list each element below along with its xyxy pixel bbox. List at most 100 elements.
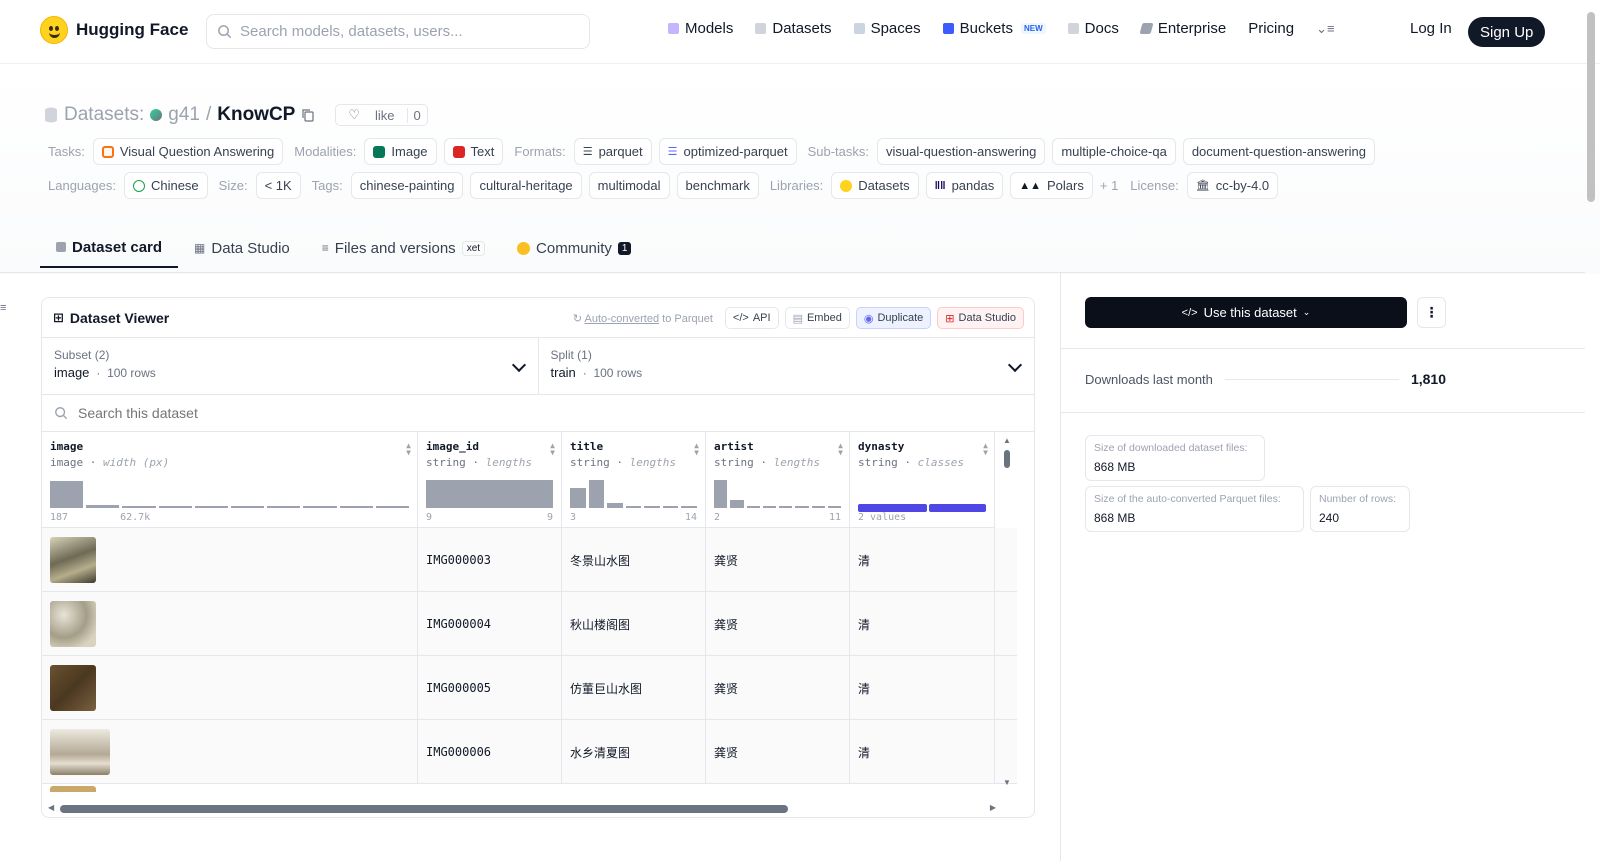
- histogram-bar[interactable]: [827, 506, 841, 508]
- horizontal-scrollbar[interactable]: ◀ ▶: [46, 801, 998, 815]
- tag-cultural-heritage[interactable]: cultural-heritage: [470, 172, 582, 199]
- tab-community[interactable]: Community 1: [501, 228, 647, 268]
- painting-thumbnail[interactable]: [50, 665, 96, 711]
- use-this-dataset-button[interactable]: </> Use this dataset ⌄: [1085, 297, 1407, 328]
- histogram-bar[interactable]: [50, 481, 84, 508]
- page-scrollbar-thumb[interactable]: [1587, 12, 1595, 202]
- nav-docs[interactable]: Docs: [1067, 20, 1119, 37]
- scroll-thumb[interactable]: [1004, 450, 1010, 468]
- libraries-more[interactable]: + 1: [1100, 178, 1118, 193]
- histogram-bar[interactable]: [267, 506, 301, 508]
- nav-spaces[interactable]: Spaces: [853, 20, 921, 37]
- tag-modality-image[interactable]: Image: [364, 138, 437, 165]
- histogram-bar[interactable]: [231, 506, 265, 508]
- tag-format-parquet[interactable]: ☰ parquet: [573, 138, 652, 165]
- histogram-bar[interactable]: [625, 506, 642, 508]
- split-select[interactable]: Split (1) train · 100 rows: [537, 338, 1035, 394]
- histogram-bar[interactable]: [86, 505, 120, 508]
- histogram-bar[interactable]: [779, 505, 793, 508]
- painting-thumbnail[interactable]: [50, 601, 96, 647]
- col-header-image-id[interactable]: image_id string · lengths ▲ ▼ 99: [418, 432, 562, 528]
- sort-icon[interactable]: ▲ ▼: [694, 442, 699, 457]
- tab-data-studio[interactable]: ▦ Data Studio: [178, 228, 306, 268]
- painting-thumbnail[interactable]: [50, 729, 110, 775]
- side-collapse-icon[interactable]: ≡: [0, 302, 6, 314]
- histogram-bar[interactable]: [811, 506, 825, 508]
- table-row[interactable]: IMG000003 冬景山水图 龚贤 清: [42, 528, 1017, 592]
- login-link[interactable]: Log In: [1410, 20, 1452, 37]
- histogram-bar[interactable]: [122, 505, 156, 508]
- tag-library-pandas[interactable]: ‖‖ pandas: [925, 172, 1004, 199]
- tag-language-chinese[interactable]: Chinese: [123, 172, 208, 199]
- col-header-dynasty[interactable]: dynasty string · classes ▲ ▼ 2 values: [850, 432, 995, 528]
- histogram-bar[interactable]: [339, 506, 373, 508]
- histogram-bar[interactable]: [375, 506, 410, 508]
- histogram-bar[interactable]: [303, 506, 337, 508]
- painting-thumbnail[interactable]: [50, 537, 96, 583]
- histogram-bar[interactable]: [681, 506, 698, 508]
- global-search-input[interactable]: [240, 23, 560, 40]
- cell-image[interactable]: [42, 528, 418, 592]
- tag-subtask-mcqa[interactable]: multiple-choice-qa: [1052, 138, 1176, 165]
- tag-subtask-vqa[interactable]: visual-question-answering: [877, 138, 1046, 165]
- repo-name[interactable]: KnowCP: [217, 104, 295, 126]
- histogram-bar[interactable]: [795, 506, 809, 508]
- table-row[interactable]: IMG000004 秋山楼阁图 龚贤 清: [42, 592, 1017, 656]
- histogram-bar[interactable]: [714, 480, 728, 508]
- api-button[interactable]: </> API: [724, 307, 779, 329]
- duplicate-button[interactable]: ◉ Duplicate: [855, 307, 932, 329]
- dataset-search-input[interactable]: [78, 405, 478, 421]
- histogram-bar[interactable]: [588, 480, 605, 508]
- tag-modality-text[interactable]: Text: [443, 138, 504, 165]
- histogram-bar[interactable]: [426, 480, 553, 508]
- cell-image[interactable]: [42, 592, 418, 656]
- tag-license[interactable]: 🏛 cc-by-4.0: [1186, 172, 1279, 199]
- histogram-bar[interactable]: [730, 499, 744, 508]
- histogram-bar[interactable]: [607, 502, 623, 508]
- global-search[interactable]: [206, 14, 590, 49]
- copy-icon[interactable]: [301, 108, 315, 122]
- class-segment[interactable]: [858, 504, 928, 512]
- tab-dataset-card[interactable]: Dataset card: [40, 228, 179, 268]
- tag-library-datasets[interactable]: Datasets: [831, 172, 919, 199]
- tag-multimodal[interactable]: multimodal: [588, 172, 670, 199]
- nav-models[interactable]: Models: [668, 20, 733, 37]
- tab-files-versions[interactable]: ≡ Files and versions xet: [306, 228, 501, 268]
- nav-pricing[interactable]: Pricing: [1248, 20, 1294, 37]
- sort-icon[interactable]: ▲ ▼: [983, 442, 988, 457]
- sort-icon[interactable]: ▲ ▼: [838, 442, 843, 457]
- sort-icon[interactable]: ▲ ▼: [550, 442, 555, 457]
- embed-button[interactable]: ▤ Embed: [784, 307, 850, 329]
- nav-enterprise[interactable]: Enterprise: [1139, 20, 1226, 37]
- nav-more-menu[interactable]: ⌄≡: [1316, 21, 1334, 37]
- sort-icon[interactable]: ▲ ▼: [406, 442, 411, 457]
- hf-logo[interactable]: Hugging Face: [40, 16, 188, 44]
- nav-datasets[interactable]: Datasets: [755, 20, 832, 37]
- more-options-button[interactable]: ⋮: [1417, 297, 1446, 328]
- scroll-left-arrow[interactable]: ◀: [48, 803, 54, 812]
- like-button[interactable]: ♡ like 0: [335, 104, 428, 126]
- col-header-image[interactable]: image image · width (px) ▲ ▼ 187 62.7k: [42, 432, 418, 528]
- vertical-scrollbar[interactable]: ▲ ▼: [1000, 432, 1014, 792]
- tag-library-polars[interactable]: ▲▲ Polars: [1010, 172, 1093, 199]
- subset-select[interactable]: Subset (2) image · 100 rows: [42, 338, 538, 394]
- signup-button[interactable]: Sign Up: [1468, 17, 1546, 47]
- cell-image[interactable]: [42, 656, 418, 720]
- tag-subtask-docqa[interactable]: document-question-answering: [1182, 138, 1375, 165]
- tag-chinese-painting[interactable]: chinese-painting: [350, 172, 464, 199]
- owner-link[interactable]: g41: [168, 104, 200, 126]
- table-row[interactable]: IMG000005 仿董巨山水图 龚贤 清: [42, 656, 1017, 720]
- histogram-bar[interactable]: [644, 506, 660, 508]
- histogram-bar[interactable]: [194, 506, 229, 508]
- histogram-bar[interactable]: [570, 488, 586, 508]
- data-studio-button[interactable]: ⊞ Data Studio: [937, 307, 1024, 329]
- tag-benchmark[interactable]: benchmark: [676, 172, 759, 199]
- scroll-down-arrow[interactable]: ▼: [1003, 778, 1011, 787]
- cell-image[interactable]: [42, 720, 418, 784]
- scroll-up-arrow[interactable]: ▲: [1003, 436, 1011, 445]
- histogram-bar[interactable]: [662, 506, 679, 508]
- tag-format-optimized-parquet[interactable]: ☰ optimized-parquet: [658, 138, 797, 165]
- dataset-search[interactable]: [42, 395, 1034, 432]
- nav-buckets[interactable]: Buckets NEW: [942, 20, 1046, 37]
- col-header-artist[interactable]: artist string · lengths ▲ ▼ 2 11: [706, 432, 850, 528]
